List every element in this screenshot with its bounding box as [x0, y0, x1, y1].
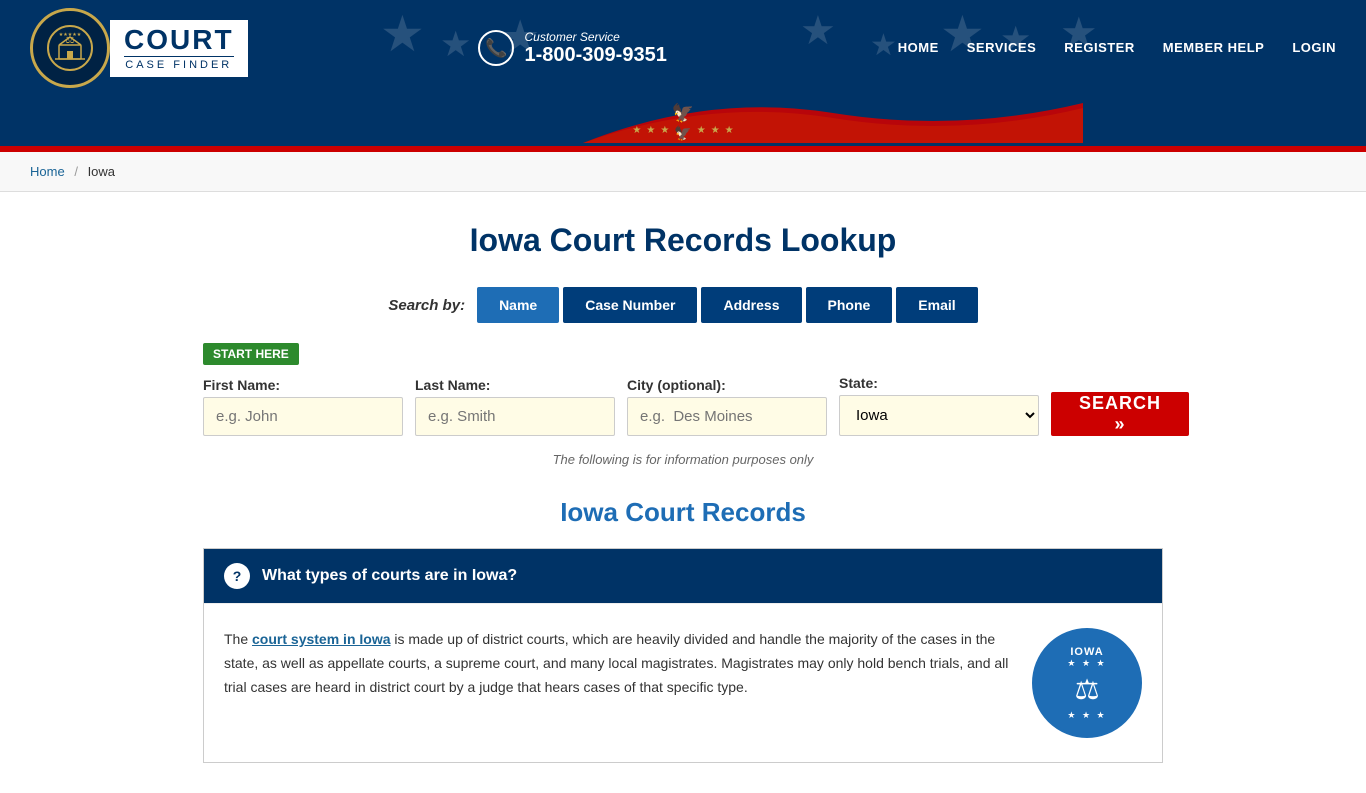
faq-header[interactable]: ? What types of courts are in Iowa? — [204, 549, 1162, 603]
svg-text:★★★★★: ★★★★★ — [59, 32, 82, 38]
logo-text: COURT CASE FINDER — [110, 20, 248, 77]
seal-icon: ⚖ — [1074, 673, 1099, 706]
city-label: City (optional): — [627, 377, 827, 393]
first-name-input[interactable] — [203, 397, 403, 436]
start-here-badge: START HERE — [203, 343, 299, 365]
faq-body: The court system in Iowa is made up of d… — [204, 603, 1162, 762]
tab-phone[interactable]: Phone — [806, 287, 893, 323]
section-title: Iowa Court Records — [203, 497, 1163, 528]
last-name-input[interactable] — [415, 397, 615, 436]
nav-services[interactable]: SERVICES — [967, 40, 1037, 56]
faq-question: What types of courts are in Iowa? — [262, 567, 517, 585]
tab-address[interactable]: Address — [701, 287, 801, 323]
phone-icon: 📞 — [478, 30, 514, 66]
customer-service-phone: 1-800-309-9351 — [524, 44, 666, 67]
first-name-group: First Name: — [203, 377, 403, 436]
breadcrumb-sep: / — [74, 164, 78, 179]
breadcrumb-current: Iowa — [88, 164, 115, 179]
state-label: State: — [839, 375, 1039, 391]
iowa-seal: IOWA ★ ★ ★ ⚖ ★ ★ ★ — [1032, 628, 1142, 738]
nav-register[interactable]: REGISTER — [1064, 40, 1134, 56]
tab-email[interactable]: Email — [896, 287, 977, 323]
main-content: Iowa Court Records Lookup Search by: Nam… — [183, 192, 1183, 793]
logo-circle: ⚖ ★★★★★ — [30, 8, 110, 88]
customer-service: 📞 Customer Service 1-800-309-9351 — [478, 30, 666, 67]
customer-service-label: Customer Service — [524, 30, 666, 44]
page-title: Iowa Court Records Lookup — [203, 222, 1163, 259]
search-by-row: Search by: Name Case Number Address Phon… — [203, 287, 1163, 323]
disclaimer: The following is for information purpose… — [203, 452, 1163, 467]
tab-name[interactable]: Name — [477, 287, 559, 323]
search-by-label: Search by: — [388, 297, 465, 314]
eagle-area: 🦅 ★★★ 🦅 ★★★ — [583, 93, 783, 146]
site-header: ★ ★ ★ ★ ★ ★ ★ ★ ⚖ ★★★★★ COURT CASE FINDE… — [0, 0, 1366, 96]
seal-stars: ★ ★ ★ — [1067, 658, 1106, 669]
breadcrumb: Home / Iowa — [0, 152, 1366, 192]
main-nav: HOME SERVICES REGISTER MEMBER HELP LOGIN — [898, 40, 1336, 56]
banner-wave: 🦅 ★★★ 🦅 ★★★ — [0, 96, 1366, 146]
last-name-group: Last Name: — [415, 377, 615, 436]
nav-member-help[interactable]: MEMBER HELP — [1163, 40, 1265, 56]
search-form-row: First Name: Last Name: City (optional): … — [203, 375, 1163, 436]
search-button[interactable]: SEARCH » — [1051, 392, 1189, 436]
faq-text: The court system in Iowa is made up of d… — [224, 628, 1012, 699]
breadcrumb-home[interactable]: Home — [30, 164, 65, 179]
last-name-label: Last Name: — [415, 377, 615, 393]
logo-area[interactable]: ⚖ ★★★★★ COURT CASE FINDER — [30, 8, 248, 88]
logo-case-finder: CASE FINDER — [124, 56, 234, 71]
customer-service-info: Customer Service 1-800-309-9351 — [524, 30, 666, 67]
logo-court: COURT — [124, 26, 234, 54]
faq-link[interactable]: court system in Iowa — [252, 631, 390, 647]
faq-icon: ? — [224, 563, 250, 589]
faq-item: ? What types of courts are in Iowa? The … — [203, 548, 1163, 763]
tab-case-number[interactable]: Case Number — [563, 287, 697, 323]
nav-home[interactable]: HOME — [898, 40, 939, 56]
first-name-label: First Name: — [203, 377, 403, 393]
nav-login[interactable]: LOGIN — [1292, 40, 1336, 56]
seal-stars-bottom: ★ ★ ★ — [1067, 710, 1106, 721]
state-select[interactable]: Iowa Alabama Alaska Arizona Arkansas Cal… — [839, 395, 1039, 436]
seal-text: IOWA — [1070, 646, 1103, 658]
state-group: State: Iowa Alabama Alaska Arizona Arkan… — [839, 375, 1039, 436]
city-group: City (optional): — [627, 377, 827, 436]
city-input[interactable] — [627, 397, 827, 436]
